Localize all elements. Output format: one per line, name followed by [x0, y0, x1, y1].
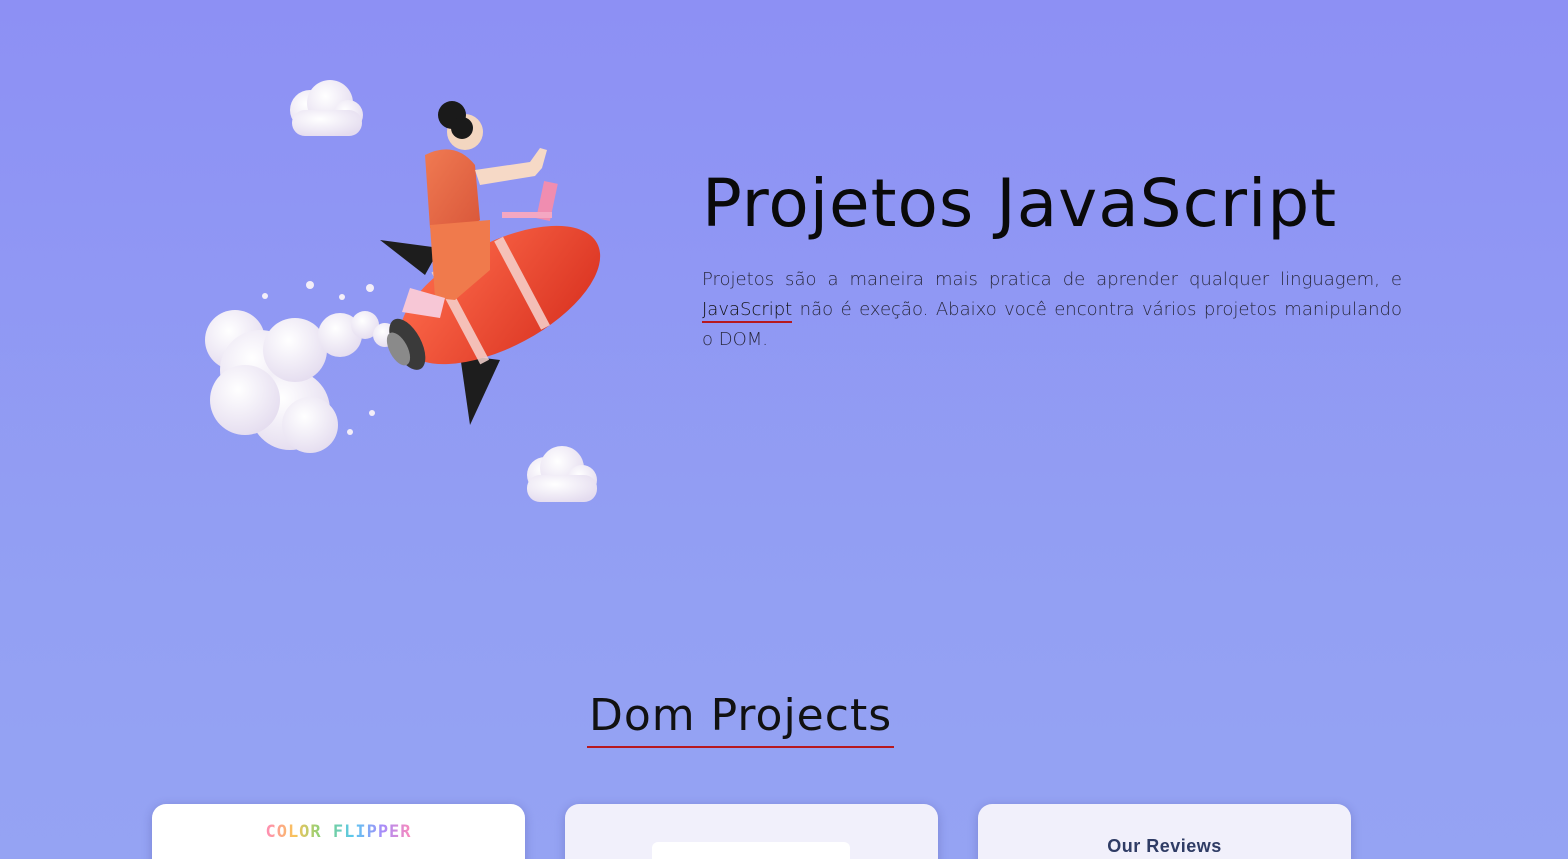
hero-description: Projetos são a maneira mais pratica de a…: [702, 265, 1402, 355]
rocket-rider-illustration: [190, 70, 620, 520]
page-title: Projetos JavaScript: [702, 165, 1338, 242]
exhaust-cloud: [205, 310, 397, 453]
card-2-preview: [652, 842, 850, 859]
section-title-dom-projects: Dom Projects: [587, 688, 895, 748]
cloud-top: [290, 80, 363, 136]
hero-text: Projetos JavaScript Projetos são a manei…: [702, 165, 1402, 355]
project-card-reviews[interactable]: Our Reviews: [978, 804, 1351, 859]
hero-description-part-1: Projetos são a maneira mais pratica de a…: [702, 269, 1402, 290]
color-flipper-logo-text: COLOR FLIPPER: [265, 822, 412, 842]
project-cards: COLOR FLIPPER Our Reviews: [152, 804, 1352, 859]
project-card-color-flipper[interactable]: COLOR FLIPPER: [152, 804, 525, 859]
color-flipper-logo: COLOR FLIPPER: [152, 822, 525, 842]
cloud-bottom: [527, 446, 597, 502]
hero-description-part-2: não é exeção. Abaixo você encontra vário…: [702, 299, 1402, 350]
javascript-link[interactable]: JavaScript: [702, 299, 793, 323]
project-card-2[interactable]: [565, 804, 938, 859]
reviews-title: Our Reviews: [1107, 836, 1222, 856]
